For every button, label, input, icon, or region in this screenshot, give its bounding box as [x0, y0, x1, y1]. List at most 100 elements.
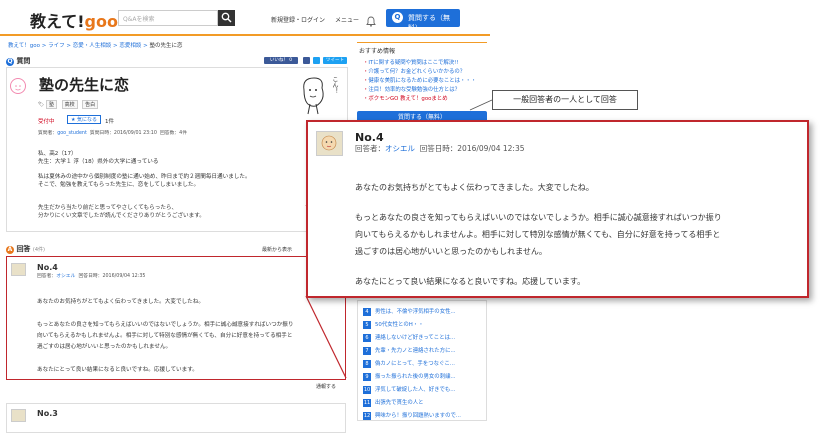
breadcrumb-item[interactable]: ライフ	[48, 43, 65, 49]
rank-title: 振った振られた後の男女の刺繍...	[375, 374, 456, 380]
site-logo[interactable]: 教えて!goo	[30, 8, 118, 32]
sidebar-link[interactable]: ・ボクモンGO 教えて！gooまとめ	[363, 94, 448, 102]
questioner-name[interactable]: goo_student	[57, 131, 87, 136]
question-meta: 質問者：goo_student 質問日時：2016/09/01 23:10 回答…	[38, 129, 187, 136]
question-tags: 🏷 塾 高校 告白	[38, 100, 101, 109]
ranking-item[interactable]: 8 偽カノにとって、手をつなぐこ...	[363, 359, 455, 368]
facebook-like-button[interactable]: いいね！ 0	[264, 57, 298, 64]
rank-title: 出張先で貫生の人と	[375, 400, 424, 406]
ranking-item[interactable]: 7 先輩・先力ノと連絡された方に...	[363, 346, 456, 355]
question-body-line: そこで、勉強を教えてもらった先生に、恋をしてしまいました。	[38, 182, 200, 188]
zoom-answerer-name[interactable]: オシエル	[385, 144, 415, 153]
rank-number: 5	[363, 321, 371, 329]
ask-question-button[interactable]: Q 質問する（無料）	[386, 9, 460, 32]
meta-prefix: 回答者：	[355, 144, 385, 153]
answer-section-label: A 回答 (4件)	[6, 244, 45, 254]
answer-body-line: あなたにとって良い結果になると良いですね。応援しています。	[37, 367, 198, 373]
character-illustration: こん！	[296, 74, 344, 120]
rank-title: 先輩・先力ノと連絡された方に...	[375, 348, 456, 354]
tag[interactable]: 告白	[82, 100, 99, 109]
ranking-item[interactable]: 10 浮気して破綻した人、好きでも...	[363, 385, 455, 394]
ranking-item[interactable]: 9 振った振られた後の男女の刺繍...	[363, 372, 456, 381]
ranking-item[interactable]: 5 50代女性とのH・・	[363, 320, 424, 329]
rank-number: 10	[363, 386, 371, 394]
breadcrumb-item[interactable]: 恋愛相談	[119, 43, 141, 49]
question-icon: Q	[6, 58, 14, 66]
breadcrumb-item[interactable]: 教えて！goo	[8, 43, 40, 49]
answer-body-line: もっとあなたの良さを知ってもらえばいいのではないでしょうか。相手に誠心誠意接すれ…	[37, 322, 294, 328]
breadcrumb-current: 塾の先生に恋	[149, 43, 183, 49]
rank-number: 12	[363, 412, 371, 420]
breadcrumb-item[interactable]: 恋愛・人生相談	[73, 43, 112, 49]
rank-number: 6	[363, 334, 371, 342]
ranking-item[interactable]: 6 連絡しないけど好きってことは...	[363, 333, 455, 342]
answer-label-text: 回答	[16, 245, 31, 253]
question-label-text: 質問	[16, 57, 31, 65]
search-input[interactable]: Q&Aを検索	[118, 10, 218, 26]
rank-title: 50代女性とのH・・	[375, 322, 424, 328]
sidebar-link-text: 介護って何？お金どれくらいかかるの？	[368, 69, 466, 75]
sidebar-link[interactable]: ・介護って何？お金どれくらいかかるの？	[363, 67, 465, 75]
twitter-icon[interactable]	[313, 57, 320, 64]
zoom-answer-line: 過ごすのは居心地がいいと思ったのかもしれません。	[355, 247, 547, 256]
sidebar-link[interactable]: ・ITに関する疑問や質問はここで解決!!	[363, 58, 458, 66]
kininaru-button[interactable]: ★ 気になる	[67, 115, 101, 124]
sort-selector[interactable]: 最新から表示	[262, 246, 292, 253]
rank-number: 11	[363, 399, 371, 407]
zoom-answer-meta: 回答者：オシエル 回答日時：2016/09/04 12:35	[355, 143, 525, 154]
breadcrumb: 教えて！goo > ライフ > 恋愛・人生相談 > 恋愛相談 > 塾の先生に恋	[8, 43, 183, 49]
bell-icon[interactable]	[366, 12, 376, 31]
tag[interactable]: 塾	[45, 100, 57, 109]
sidebar-link-text: 注目！効率的な受験勉強の仕方とは？	[368, 87, 461, 93]
rank-title: 偽カノにとって、手をつなぐこ...	[375, 361, 455, 367]
answer-meta: 回答者：オシエル 回答日時：2016/09/04 12:35	[37, 272, 145, 279]
answer-card-no3	[6, 403, 346, 433]
tag-icon: 🏷	[38, 102, 45, 108]
rank-number: 7	[363, 347, 371, 355]
answer-body-line: 過ごすのは居心地がいいと思ったのかもしれません。	[37, 344, 172, 350]
ranking-item[interactable]: 4 男性は、不倫や浮気相手の女性...	[363, 307, 456, 316]
sidebar-link-text: ボクモンGO 教えて！gooまとめ	[368, 96, 448, 102]
illustration-caption: こん！	[331, 76, 338, 94]
search-button[interactable]	[218, 10, 235, 26]
rank-title: 浮気して破綻した人、好きでも...	[375, 387, 456, 393]
question-title: 塾の先生に恋	[39, 76, 130, 94]
answer-date: 回答日時：2016/09/04 12:35	[78, 274, 146, 279]
answerer-name[interactable]: オシエル	[56, 274, 75, 279]
ranking-item[interactable]: 12 興味から！振り回題熱いますので...	[363, 411, 461, 420]
answer-body-line: 向いてもらえるかもしれませんよ。相手に対して特別な感情が無くても、自分に好意を持…	[37, 333, 293, 339]
tag[interactable]: 高校	[61, 100, 78, 109]
logo-goo: goo	[84, 12, 118, 31]
question-body-line: 先生だから当たり前だと思ってやさしくてもらったら、	[38, 205, 178, 211]
answerer-avatar-large	[316, 131, 343, 156]
zoom-answer-date: 回答日時：2016/09/04 12:35	[419, 144, 525, 153]
ranking-item[interactable]: 11 出張先で貫生の人と	[363, 398, 424, 407]
tweet-button[interactable]: ツイート	[323, 57, 347, 64]
zoom-answer-line: もっとあなたの良さを知ってもらえばいいのではないでしょうか。相手に誠心誠意接すれ…	[355, 213, 722, 222]
answer-count-label: (4件)	[32, 247, 45, 253]
answer-number: No.3	[37, 409, 58, 418]
logo-text: 教えて!	[30, 12, 85, 31]
rank-number: 4	[363, 308, 371, 316]
questioner-avatar	[10, 78, 26, 94]
sidebar-heading: おすすめ情報	[357, 42, 487, 55]
kininaru-label: 気になる	[77, 117, 98, 123]
report-link[interactable]: 通報する	[316, 383, 336, 390]
sidebar-link[interactable]: ・健康な美肌になるために必要なことは・・・	[363, 76, 476, 84]
zoom-answer-line: あなたにとって良い結果になると良いですね。応援しています。	[355, 277, 586, 286]
status-badge: 受付中	[38, 119, 55, 125]
kininaru-count: 1件	[105, 119, 114, 125]
question-body-line: 先生：大学１ 浮（18）県外の大学に通っている	[38, 159, 159, 165]
sidebar-link-text: ITに関する疑問や質問はここで解決!!	[368, 60, 459, 66]
signup-login-link[interactable]: 新規登録・ログイン	[271, 15, 325, 24]
answer-number: No.4	[37, 263, 58, 272]
menu-link[interactable]: メニュー	[335, 15, 359, 24]
sidebar-link[interactable]: ・注目！効率的な受験勉強の仕方とは？	[363, 85, 460, 93]
meta-prefix: 回答者：	[37, 274, 57, 279]
rank-title: 連絡しないけど好きってことは...	[375, 335, 456, 341]
answer-count: 回答数：4件	[159, 131, 188, 136]
question-body-line: 分かりにくい文章でしたが読んでくださりありがとうございます。	[38, 213, 205, 219]
facebook-share-icon[interactable]	[303, 57, 310, 64]
rank-number: 8	[363, 360, 371, 368]
question-icon: Q	[392, 12, 403, 23]
